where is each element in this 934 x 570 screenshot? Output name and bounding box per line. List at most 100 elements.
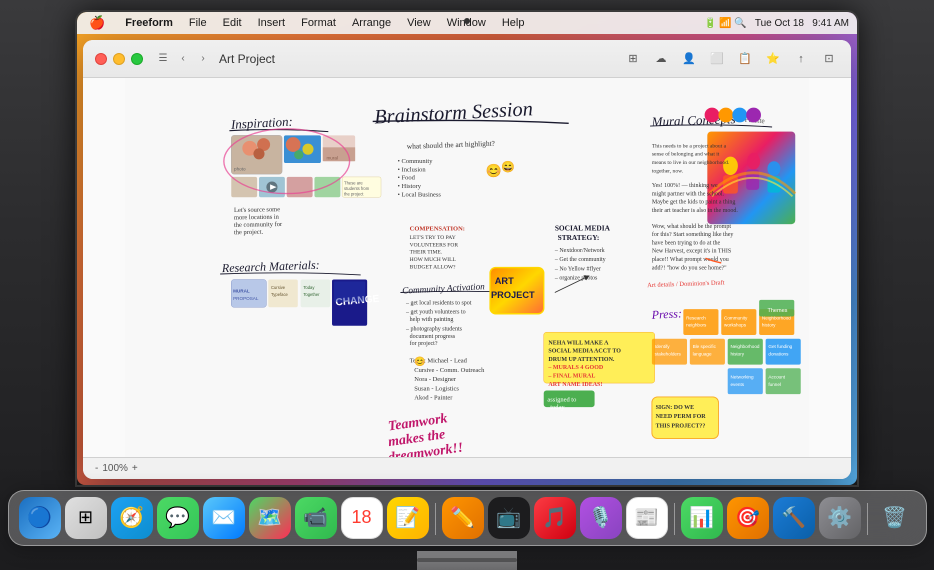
back-button[interactable]: ‹ bbox=[175, 51, 191, 67]
svg-text:sense of belonging and what it: sense of belonging and what it bbox=[652, 151, 720, 158]
svg-text:Today: Today bbox=[303, 285, 315, 290]
menu-bar-right: 🔋 📶 🔍 Tue Oct 18 9:41 AM bbox=[704, 18, 849, 29]
canvas-svg: Inspiration: photo bbox=[83, 78, 851, 457]
close-button[interactable] bbox=[95, 53, 107, 65]
svg-text:• Food: • Food bbox=[398, 175, 416, 182]
nav-buttons: ☰ ‹ › bbox=[155, 51, 211, 67]
dock-separator-2 bbox=[674, 503, 675, 535]
svg-text:Susan - Logistics: Susan - Logistics bbox=[414, 385, 459, 392]
svg-text:SOCIAL MEDIA ACCT TO: SOCIAL MEDIA ACCT TO bbox=[548, 349, 621, 355]
freeform-window: ☰ ‹ › Art Project ⊞ ☁ 👤 ⬜ 📋 ⭐ ↑ ⊡ bbox=[83, 40, 851, 479]
svg-text:the project.: the project. bbox=[234, 229, 264, 237]
tool-btn-3[interactable]: 👤 bbox=[679, 49, 699, 69]
zoom-plus[interactable]: + bbox=[132, 463, 138, 474]
dock-freeform[interactable]: ✏️ bbox=[442, 497, 484, 539]
share-btn[interactable]: ↑ bbox=[791, 49, 811, 69]
svg-text:donations: donations bbox=[768, 351, 789, 356]
dock-maps[interactable]: 🗺️ bbox=[249, 497, 291, 539]
file-menu[interactable]: File bbox=[185, 17, 211, 29]
dock-finder[interactable]: 🔵 bbox=[19, 497, 61, 539]
svg-text:Get funding: Get funding bbox=[768, 344, 792, 349]
svg-text:Identify: Identify bbox=[655, 344, 671, 349]
settings-btn[interactable]: ⭐ bbox=[763, 49, 783, 69]
dock-numbers[interactable]: 📊 bbox=[681, 497, 723, 539]
date-time: Tue Oct 18 9:41 AM bbox=[755, 18, 849, 29]
svg-text:These are: These are bbox=[344, 180, 363, 185]
svg-text:for this? Start something like: for this? Start something like they bbox=[652, 231, 734, 238]
svg-text:BUDGET ALLOW?: BUDGET ALLOW? bbox=[410, 264, 456, 270]
svg-text:THEIR TIME.: THEIR TIME. bbox=[410, 250, 443, 256]
svg-text:PROJECT: PROJECT bbox=[491, 290, 535, 300]
svg-text:– organize photos: – organize photos bbox=[554, 276, 598, 282]
dock-system-prefs[interactable]: ⚙️ bbox=[819, 497, 861, 539]
dock-podcasts[interactable]: 🎙️ bbox=[580, 497, 622, 539]
dock-separator-3 bbox=[867, 503, 868, 535]
menu-bar-left: 🍎 Freeform File Edit Insert Format Arran… bbox=[85, 15, 528, 31]
svg-text:events: events bbox=[730, 382, 744, 387]
view-menu[interactable]: View bbox=[403, 17, 435, 29]
zoom-level: 100% bbox=[102, 463, 128, 474]
svg-text:assigned to: assigned to bbox=[547, 397, 576, 404]
screen: 🍎 Freeform File Edit Insert Format Arran… bbox=[77, 12, 857, 485]
svg-text:history: history bbox=[730, 351, 744, 356]
dock-separator-1 bbox=[435, 503, 436, 535]
dock-trash[interactable]: 🗑️ bbox=[874, 497, 916, 539]
tool-btn-4[interactable]: ⬜ bbox=[707, 49, 727, 69]
forward-button[interactable]: › bbox=[195, 51, 211, 67]
format-menu[interactable]: Format bbox=[297, 17, 340, 29]
svg-text:Neighborhood: Neighborhood bbox=[730, 344, 759, 349]
dock-facetime[interactable]: 📹 bbox=[295, 497, 337, 539]
svg-text:Akod - Painter: Akod - Painter bbox=[414, 395, 453, 402]
svg-text:– FINAL MURAL: – FINAL MURAL bbox=[547, 374, 595, 380]
dock-tv[interactable]: 📺 bbox=[488, 497, 530, 539]
dock-notes[interactable]: 📝 bbox=[387, 497, 429, 539]
canvas-area[interactable]: Inspiration: photo bbox=[83, 78, 851, 457]
svg-text:– Get the community: – Get the community bbox=[554, 257, 606, 263]
svg-text:MURAL: MURAL bbox=[233, 288, 250, 293]
tool-btn-1[interactable]: ⊞ bbox=[623, 49, 643, 69]
dock-xcode[interactable]: 🔨 bbox=[773, 497, 815, 539]
svg-text:NEHA WILL MAKE A: NEHA WILL MAKE A bbox=[548, 340, 609, 346]
fullscreen-button[interactable] bbox=[131, 53, 143, 65]
svg-text:COMPENSATION:: COMPENSATION: bbox=[410, 226, 465, 233]
bottom-bar: - 100% + bbox=[83, 457, 851, 479]
svg-text:– photography students: – photography students bbox=[405, 326, 463, 332]
sidebar-toggle[interactable]: ☰ bbox=[155, 51, 171, 67]
svg-text:STRATEGY:: STRATEGY: bbox=[558, 233, 600, 242]
dock-safari[interactable]: 🧭 bbox=[111, 497, 153, 539]
svg-text:funnel: funnel bbox=[768, 382, 781, 387]
edit-menu[interactable]: Edit bbox=[219, 17, 246, 29]
dock-news[interactable]: 📰 bbox=[626, 497, 668, 539]
app-name-menu[interactable]: Freeform bbox=[121, 17, 177, 29]
svg-text:add?! "how do you see home?": add?! "how do you see home?" bbox=[652, 265, 727, 271]
svg-text:DRUM UP ATTENTION.: DRUM UP ATTENTION. bbox=[548, 357, 615, 363]
arrange-menu[interactable]: Arrange bbox=[348, 17, 395, 29]
dock-keynote[interactable]: 🎯 bbox=[727, 497, 769, 539]
svg-text:history: history bbox=[762, 323, 776, 328]
svg-text:neighbors: neighbors bbox=[686, 323, 707, 328]
svg-text:SIGN: DO WE: SIGN: DO WE bbox=[656, 405, 695, 411]
svg-text:mural: mural bbox=[326, 155, 338, 160]
apple-menu[interactable]: 🍎 bbox=[85, 15, 109, 31]
dock-launchpad[interactable]: ⊞ bbox=[65, 497, 107, 539]
svg-text:Maybe get the kids to paint a: Maybe get the kids to paint a thing bbox=[652, 200, 735, 206]
dock-calendar[interactable]: 18 bbox=[341, 497, 383, 539]
tool-btn-5[interactable]: 📋 bbox=[735, 49, 755, 69]
dock-mail[interactable]: ✉️ bbox=[203, 497, 245, 539]
dock-music[interactable]: 🎵 bbox=[534, 497, 576, 539]
svg-text:PROPOSAL: PROPOSAL bbox=[233, 296, 259, 301]
svg-text:together, now.: together, now. bbox=[652, 168, 684, 174]
macbook-shell: 🍎 Freeform File Edit Insert Format Arran… bbox=[0, 0, 934, 570]
insert-menu[interactable]: Insert bbox=[254, 17, 290, 29]
dock-messages[interactable]: 💬 bbox=[157, 497, 199, 539]
tool-btn-2[interactable]: ☁ bbox=[651, 49, 671, 69]
svg-text:Together: Together bbox=[303, 292, 320, 297]
svg-text:• Community: • Community bbox=[398, 158, 434, 165]
expand-btn[interactable]: ⊡ bbox=[819, 49, 839, 69]
help-menu[interactable]: Help bbox=[498, 17, 529, 29]
screen-bezel: 🍎 Freeform File Edit Insert Format Arran… bbox=[77, 12, 857, 485]
svg-text:– No Yellow #flyer: – No Yellow #flyer bbox=[554, 265, 601, 272]
zoom-minus[interactable]: - bbox=[95, 463, 98, 474]
minimize-button[interactable] bbox=[113, 53, 125, 65]
svg-text:Community: Community bbox=[724, 315, 748, 320]
